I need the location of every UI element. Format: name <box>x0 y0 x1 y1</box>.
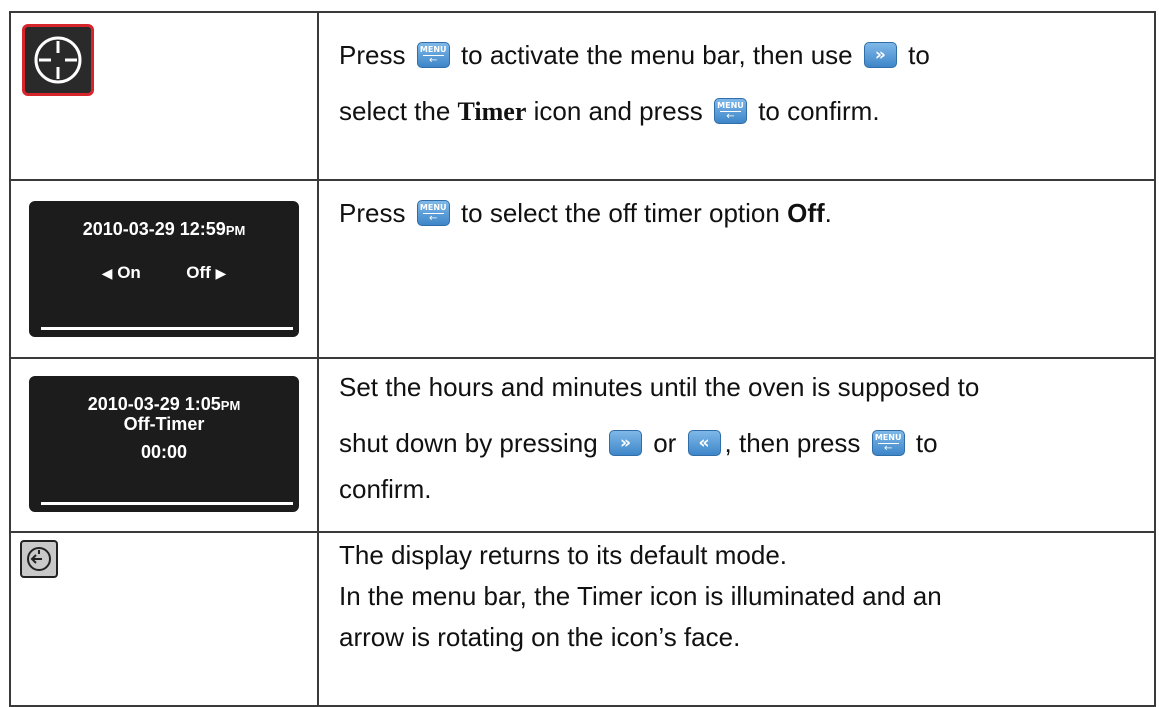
text-segment: to confirm. <box>758 96 880 126</box>
right-triangle-icon: ▶ <box>215 265 227 281</box>
lcd-progress-bar <box>41 327 293 330</box>
text-segment: Press <box>339 40 406 70</box>
instruction-text: Press MENU ← to activate the menu bar, t… <box>317 11 1156 181</box>
timer-icon <box>22 24 94 96</box>
lcd-screen: 2010-03-29 1:05PM Off-Timer 00:00 <box>29 376 299 512</box>
table-row: Press MENU ← to activate the menu bar, t… <box>9 11 1156 181</box>
lcd-timer-value: 00:00 <box>140 442 188 462</box>
timer-keyword: Timer <box>457 97 527 126</box>
left-arrow-key-icon: « <box>687 430 721 456</box>
text-segment: . <box>824 198 832 228</box>
instruction-table: Press MENU ← to activate the menu bar, t… <box>9 11 1156 707</box>
text-line: shut down by pressing » or « , then pres… <box>339 415 1136 471</box>
text-line: The display returns to its default mode. <box>339 540 788 570</box>
timer-active-icon <box>20 540 58 578</box>
text-segment: Press <box>339 198 406 228</box>
lcd-options: ◀ On Off ▶ <box>29 263 299 283</box>
text-segment: to select the off timer option <box>460 198 780 228</box>
menu-key-icon: MENU ← <box>416 42 450 68</box>
text-segment: to <box>908 40 930 70</box>
text-segment: , then press <box>724 428 861 458</box>
left-triangle-icon: ◀ <box>101 265 113 281</box>
image-cell: 2010-03-29 1:05PM Off-Timer 00:00 <box>9 357 319 533</box>
text-segment: Set the hours and minutes until the oven… <box>339 372 980 402</box>
off-keyword: Off <box>787 198 825 228</box>
lcd-screen: 2010-03-29 12:59PM ◀ On Off ▶ <box>29 201 299 337</box>
image-cell <box>9 11 319 181</box>
text-line: arrow is rotating on the icon’s face. <box>339 622 741 652</box>
text-segment: confirm. <box>339 474 432 504</box>
image-cell: 2010-03-29 12:59PM ◀ On Off ▶ <box>9 179 319 359</box>
text-line: Press MENU ← to activate the menu bar, t… <box>339 27 1136 83</box>
lcd-date-time: 2010-03-29 12:59PM <box>82 219 246 239</box>
menu-key-icon: MENU ← <box>713 98 747 124</box>
instruction-text: Set the hours and minutes until the oven… <box>317 357 1156 533</box>
text-line: In the menu bar, the Timer icon is illum… <box>339 581 942 611</box>
lcd-progress-bar <box>41 502 293 505</box>
text-line: confirm. <box>339 471 1136 507</box>
text-segment: to <box>915 428 938 458</box>
right-arrow-key-icon: » <box>863 42 897 68</box>
menu-key-icon: MENU ← <box>416 200 450 226</box>
text-line: Press MENU ← to select the off timer opt… <box>339 185 1136 241</box>
text-segment: or <box>653 428 677 458</box>
text-segment: select the <box>339 96 451 126</box>
option-on: On <box>117 263 141 282</box>
lcd-date-time: 2010-03-29 1:05PM <box>87 394 241 414</box>
text-segment: icon and press <box>533 96 703 126</box>
instruction-text: Press MENU ← to select the off timer opt… <box>317 179 1156 359</box>
menu-key-icon: MENU ← <box>871 430 905 456</box>
text-line: select the Timer icon and press MENU ← t… <box>339 83 1136 140</box>
table-row: 2010-03-29 12:59PM ◀ On Off ▶ Press MENU <box>9 179 1156 359</box>
option-off: Off <box>186 263 211 282</box>
lcd-off-timer-title: Off-Timer <box>123 414 205 434</box>
right-arrow-key-icon: » <box>608 430 642 456</box>
table-row: 2010-03-29 1:05PM Off-Timer 00:00 Set th… <box>9 357 1156 533</box>
text-segment: to activate the menu bar, then use <box>460 40 853 70</box>
text-segment: shut down by pressing <box>339 428 598 458</box>
text-line: Set the hours and minutes until the oven… <box>339 359 1136 415</box>
